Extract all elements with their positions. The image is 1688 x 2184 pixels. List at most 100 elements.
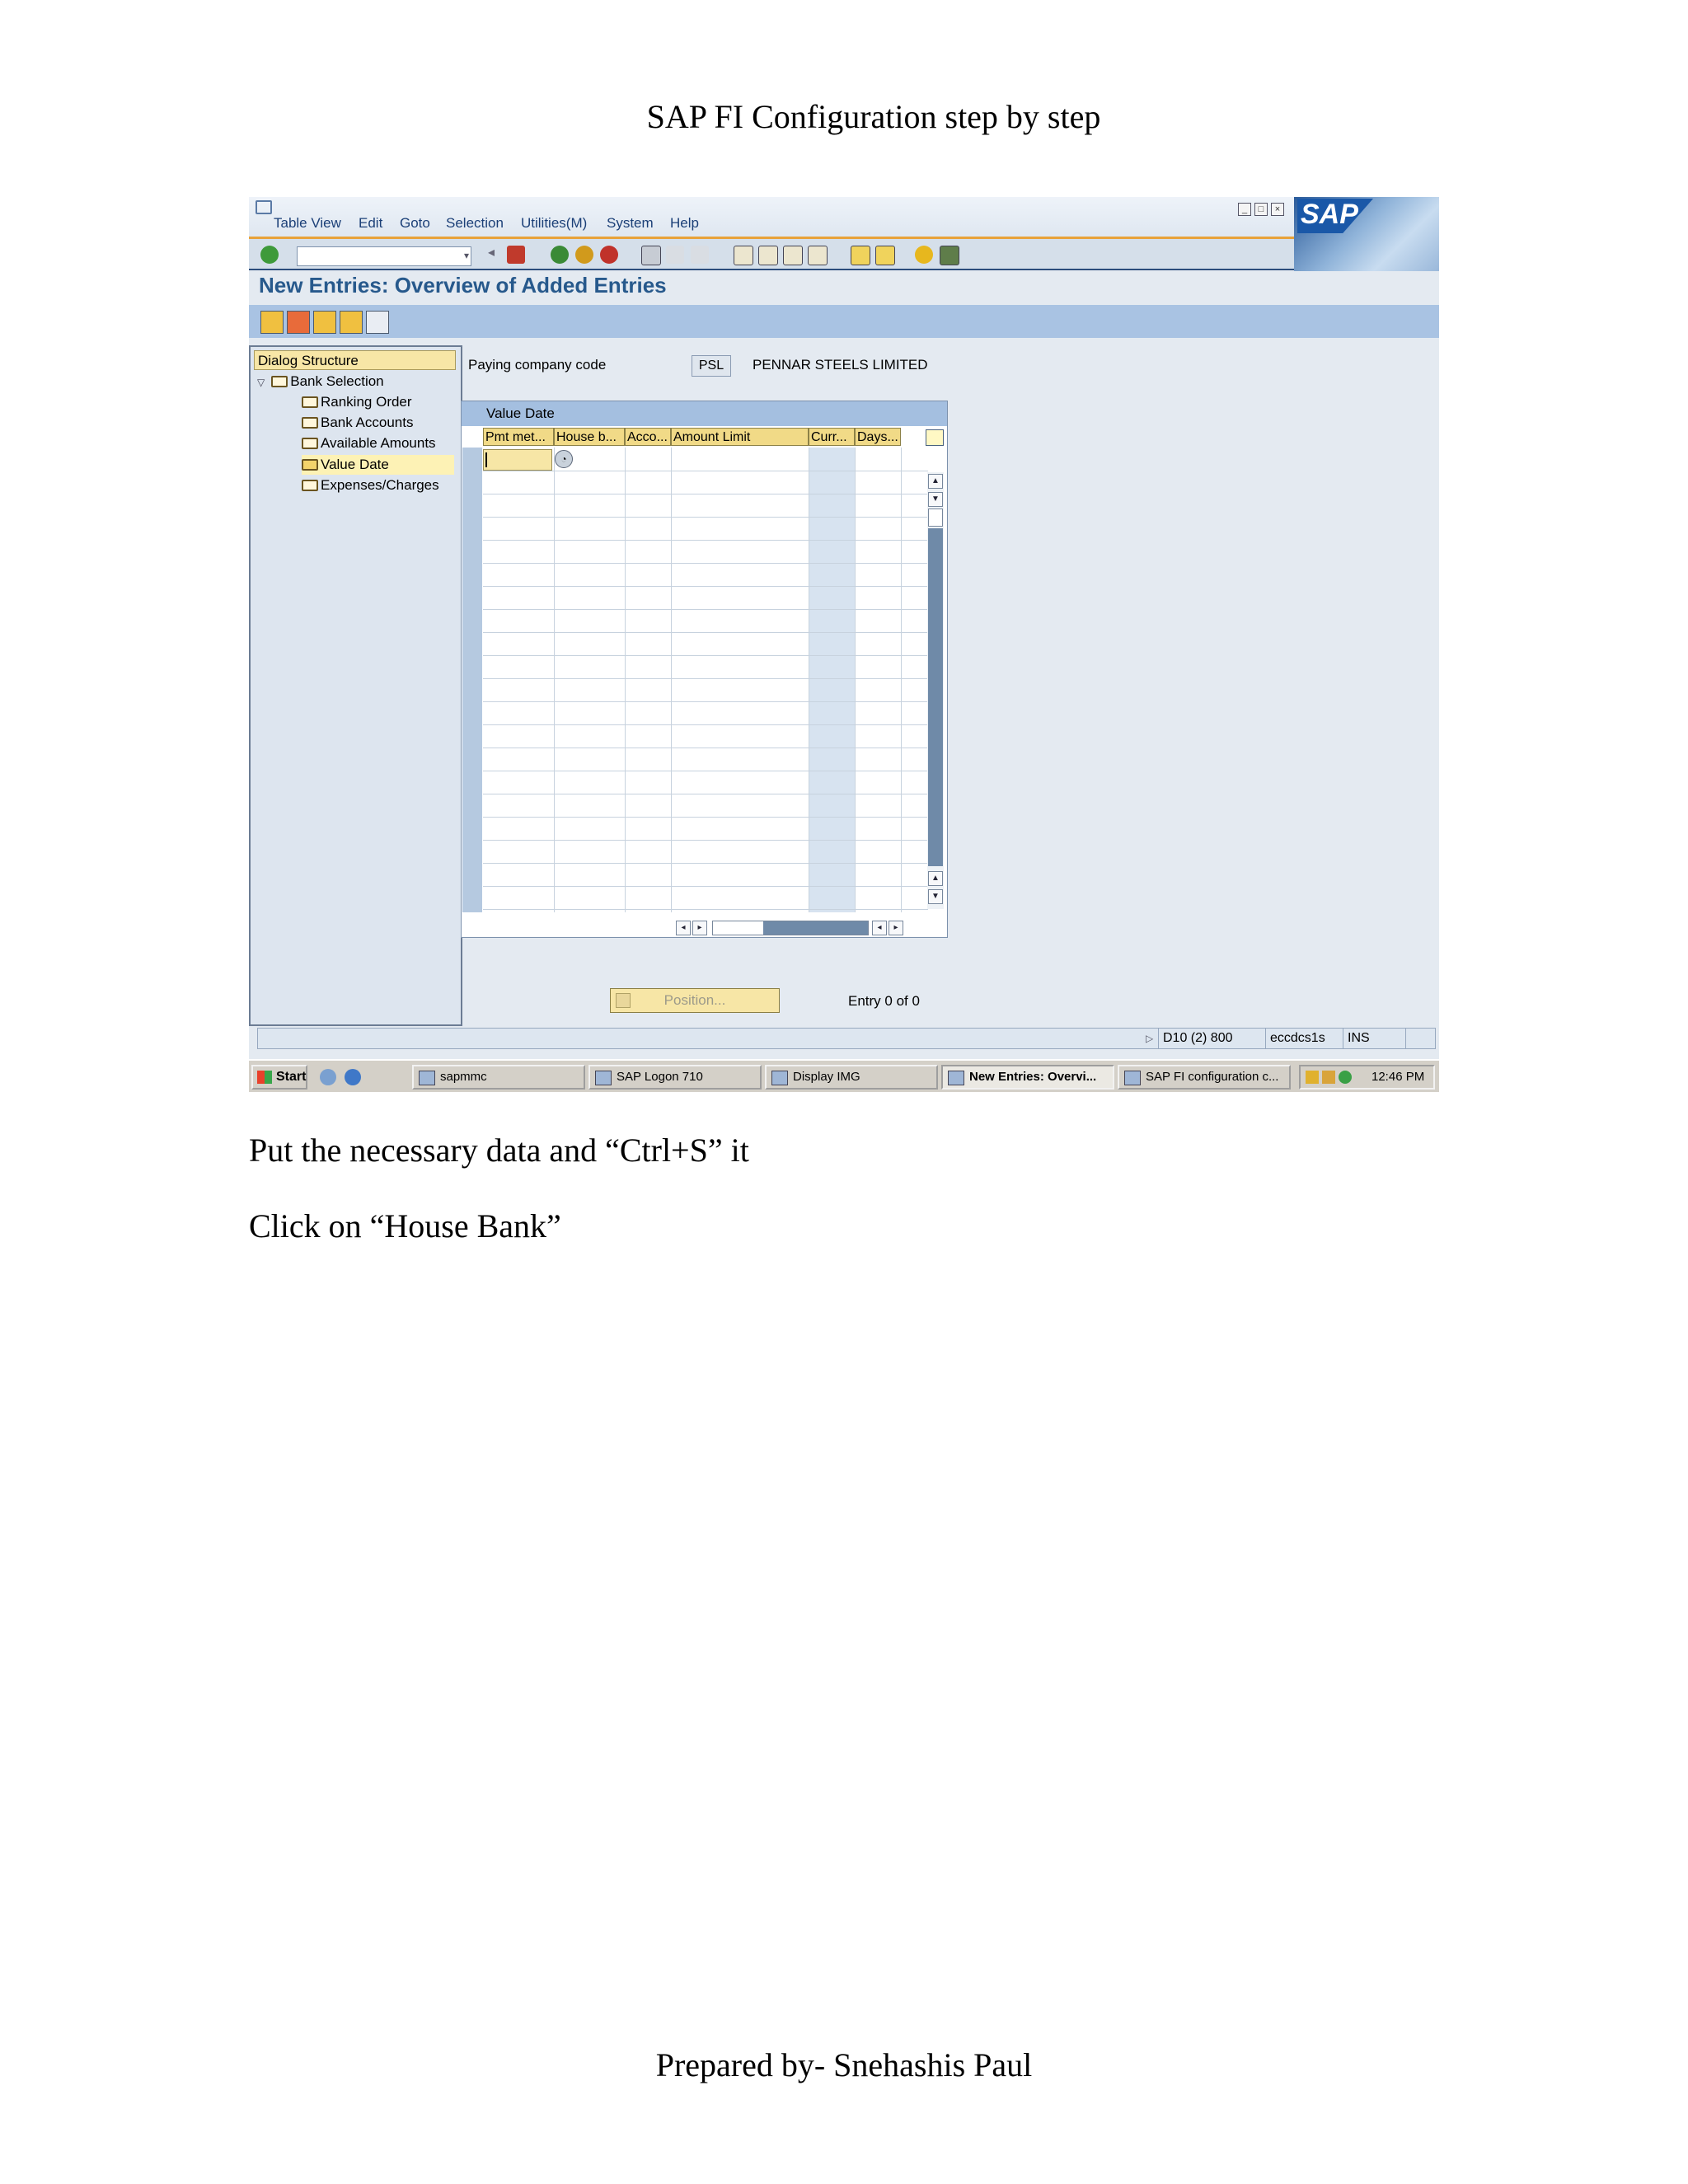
column-header-amount-limit[interactable]: Amount Limit [671,428,809,446]
menu-selection[interactable]: Selection [446,215,504,232]
value-help-icon[interactable]: ◔ [555,450,573,468]
back-arrow-icon[interactable]: ◂ [488,244,499,262]
tree-item-bank-accounts[interactable]: Bank Accounts [302,413,413,433]
horizontal-scroll-thumb[interactable] [763,921,868,935]
menu-utilities[interactable]: Utilities(M) [521,215,587,232]
scroll-page-up-icon[interactable]: ▲ [928,871,943,886]
start-button[interactable]: Start [251,1065,307,1090]
minimize-icon[interactable]: _ [1238,203,1251,216]
scroll-left-end-icon[interactable]: ◂ [872,921,887,935]
status-expand-icon[interactable]: ▷ [1142,1029,1153,1048]
tree-item-available-amounts[interactable]: Available Amounts [302,434,436,453]
tray-network-icon[interactable] [1322,1071,1335,1084]
menu-system[interactable]: System [607,215,654,232]
clock: 12:46 PM [1372,1070,1425,1084]
folder-icon [302,417,318,429]
tree-item-label: Value Date [321,457,389,472]
table-settings-icon[interactable] [926,429,944,446]
create-session-icon[interactable] [851,246,870,265]
previous-page-icon[interactable] [758,246,778,265]
layout-menu-icon[interactable] [940,246,959,265]
maximize-icon[interactable]: □ [1254,203,1268,216]
tray-sap-icon[interactable] [1306,1071,1319,1084]
next-page-icon[interactable] [783,246,803,265]
enter-icon[interactable] [260,246,279,264]
close-icon[interactable]: × [1271,203,1284,216]
table-row-line [483,863,928,864]
browser-icon[interactable] [345,1069,361,1085]
tree-item-value-date[interactable]: Value Date [302,455,454,475]
row-selector-column[interactable] [462,448,482,912]
status-mode: INS [1343,1029,1377,1048]
command-field[interactable]: ▾ [297,246,471,266]
table-row-line [483,655,928,656]
vertical-scrollbar[interactable]: ▲ ▼ ▲ ▼ [927,472,944,909]
column-header-house-bank[interactable]: House b... [554,428,625,446]
display-change-icon[interactable] [260,311,284,334]
menu-edit[interactable]: Edit [359,215,382,232]
menu-bar: Table View Edit Goto Selection Utilities… [249,197,1439,239]
tray-status-icon[interactable] [1339,1071,1352,1084]
horizontal-scrollbar[interactable]: ◂ ▸ ◂ ▸ [674,919,921,935]
sapmmc-icon [419,1071,435,1085]
column-header-currency[interactable]: Curr... [809,428,855,446]
folder-icon [302,396,318,408]
scroll-right-end-icon[interactable]: ▸ [889,921,903,935]
column-header-account[interactable]: Acco... [625,428,671,446]
task-new-entries[interactable]: New Entries: Overvi... [941,1065,1114,1090]
tree-item-label: Bank Selection [290,373,384,389]
tree-item-label: Ranking Order [321,394,412,410]
column-header-payment-method[interactable]: Pmt met... [483,428,554,446]
scroll-up-icon[interactable]: ▲ [928,474,943,489]
task-sap-fi-configuration[interactable]: SAP FI configuration c... [1118,1065,1291,1090]
value-date-table: Value Date Pmt met... House b... Acco...… [461,401,948,938]
table-row-line [483,563,928,564]
open-folder-icon [302,459,318,471]
select-block-icon[interactable] [340,311,363,334]
resize-grip-icon[interactable] [1405,1029,1435,1048]
task-label: SAP FI configuration c... [1146,1070,1279,1084]
task-sap-logon[interactable]: SAP Logon 710 [588,1065,762,1090]
position-button[interactable]: Position... [610,988,780,1013]
print-icon[interactable] [641,246,661,265]
vertical-scroll-thumb[interactable] [928,528,943,866]
command-history-icon[interactable]: ▾ [464,250,469,261]
scroll-page-down-icon[interactable]: ▼ [928,492,943,507]
tree-item-expenses-charges[interactable]: Expenses/Charges [302,476,439,495]
menu-goto[interactable]: Goto [400,215,430,232]
deselect-all-icon[interactable] [366,311,389,334]
cancel-icon[interactable] [600,246,618,264]
delete-icon[interactable] [287,311,310,334]
task-display-img[interactable]: Display IMG [765,1065,938,1090]
tree-item-bank-selection[interactable]: ▽ Bank Selection [257,372,384,391]
system-menu-icon[interactable] [256,200,272,214]
menu-help[interactable]: Help [670,215,699,232]
menu-table-view[interactable]: Table View [274,215,341,232]
find-next-icon[interactable] [691,246,709,264]
show-desktop-icon[interactable] [320,1069,336,1085]
select-all-icon[interactable] [313,311,336,334]
task-sapmmc[interactable]: sapmmc [412,1065,585,1090]
back-icon[interactable] [551,246,569,264]
help-icon[interactable] [915,246,933,264]
find-icon[interactable] [666,246,684,264]
payment-method-input[interactable] [483,449,552,471]
scroll-right-icon[interactable]: ▸ [692,921,707,935]
tree-item-ranking-order[interactable]: Ranking Order [302,392,412,412]
last-page-icon[interactable] [808,246,828,265]
scroll-left-icon[interactable]: ◂ [676,921,691,935]
exit-icon[interactable] [575,246,593,264]
collapse-icon[interactable]: ▽ [257,377,265,388]
table-row-line [483,586,928,587]
sap-logo-text: SAP [1301,199,1358,230]
first-page-icon[interactable] [734,246,753,265]
column-header-days[interactable]: Days... [855,428,901,446]
task-label: sapmmc [440,1070,487,1084]
scroll-down-icon[interactable]: ▼ [928,889,943,904]
save-icon[interactable] [507,246,525,264]
table-row-line [483,724,928,725]
shortcut-icon[interactable] [875,246,895,265]
table-row-line [483,632,928,633]
folder-icon [302,480,318,491]
table-row-line [483,678,928,679]
